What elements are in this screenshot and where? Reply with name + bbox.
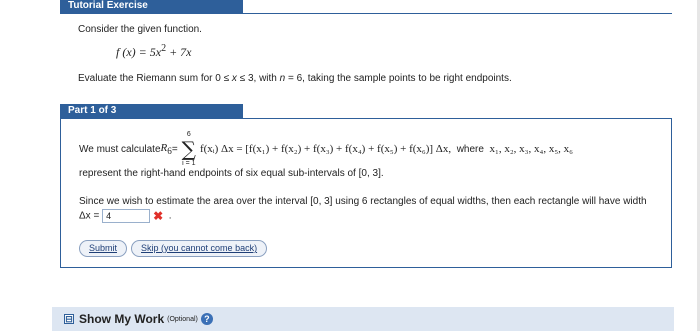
collapse-icon[interactable]: ⊟ (64, 314, 74, 324)
function-lhs: f (x) = 5x (116, 45, 162, 59)
evaluate-part: = 6, taking the sample points to be righ… (285, 73, 512, 84)
calc-where: where (451, 143, 490, 155)
period: . (163, 210, 172, 222)
optional-label: (Optional) (167, 315, 198, 323)
show-my-work-label[interactable]: Show My Work (79, 312, 164, 326)
intro-text: Consider the given function. (78, 24, 202, 35)
calc-prefix: We must calculate (79, 143, 161, 155)
evaluate-part: ≤ 3, with (236, 73, 280, 84)
tutorial-tab: Tutorial Exercise (60, 0, 243, 13)
part-tab: Part 1 of 3 (60, 104, 243, 118)
r6-symbol: R6 (161, 142, 172, 156)
evaluate-part: Evaluate the Riemann sum for 0 ≤ (78, 73, 232, 84)
sample-points: x₁, x₂, x₃, x₄, x₅, x₆ (489, 143, 574, 155)
sum-expression: f(xᵢ) Δx = [f(x₁) + f(x₂) + f(x₃) + f(x₄… (199, 143, 452, 155)
action-buttons: Submit Skip (you cannot come back) (79, 240, 268, 257)
summation-symbol: 6 ∑ i = 1 (182, 130, 196, 168)
width-question: Since we wish to estimate the area over … (79, 195, 659, 224)
sigma-icon: ∑ (181, 137, 196, 161)
skip-button[interactable]: Skip (you cannot come back) (131, 240, 268, 257)
tutorial-divider (60, 13, 672, 14)
tutorial-body: Consider the given function. f (x) = 5x2… (78, 23, 678, 86)
function-rhs: + 7x (166, 45, 192, 59)
part-box: We must calculate R6 = 6 ∑ i = 1 f(xᵢ) Δ… (60, 118, 672, 268)
evaluate-text: Evaluate the Riemann sum for 0 ≤ x ≤ 3, … (78, 72, 678, 86)
function-display: f (x) = 5x2 + 7x (116, 41, 678, 60)
riemann-formula: We must calculate R6 = 6 ∑ i = 1 f(xᵢ) Δ… (79, 129, 669, 169)
delta-x-input[interactable] (102, 209, 151, 223)
help-icon[interactable]: ? (200, 313, 213, 325)
represent-text: represent the right-hand endpoints of si… (79, 168, 384, 179)
calc-equals: = (171, 143, 178, 155)
show-my-work-bar[interactable]: ⊟ Show My Work (Optional) ? (52, 307, 674, 331)
submit-button[interactable]: Submit (79, 240, 128, 257)
incorrect-icon: ✖ (153, 209, 164, 223)
